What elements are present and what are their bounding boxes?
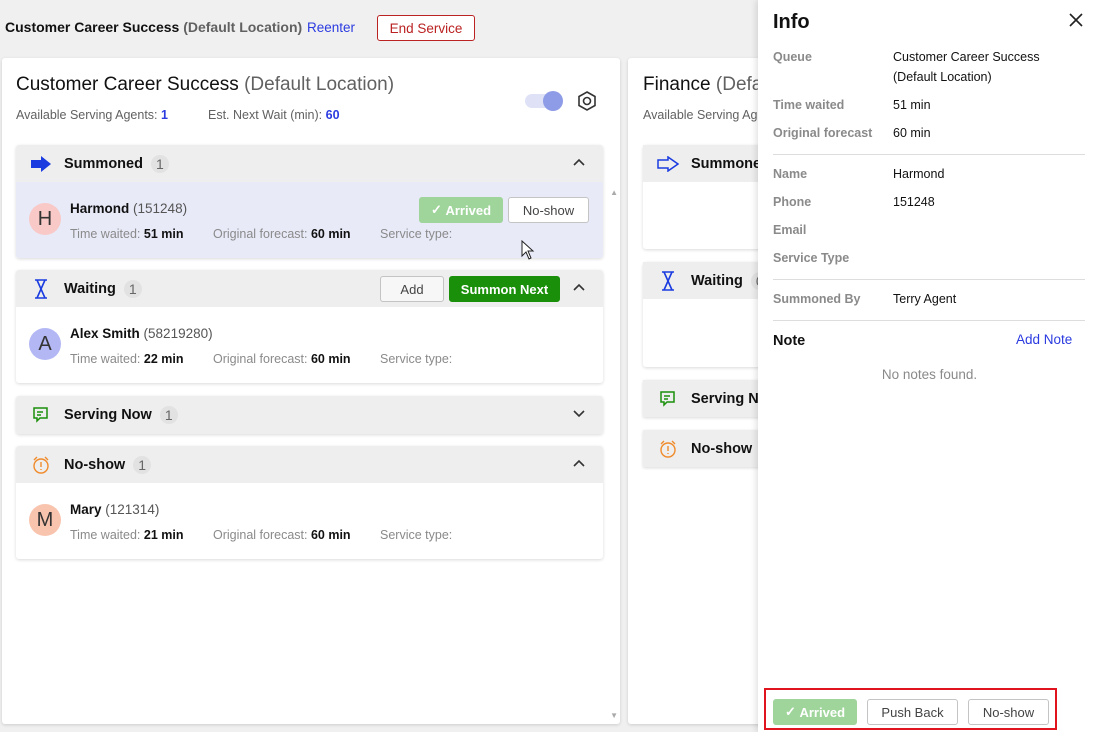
time-waited: Time waited: 22 min xyxy=(70,352,184,366)
chat-icon xyxy=(30,405,52,425)
alarm-clock-icon xyxy=(657,439,679,459)
customer-name: Harmond (151248) xyxy=(70,201,188,216)
scroll-down-arrow[interactable]: ▼ xyxy=(610,711,618,720)
count-badge: 1 xyxy=(150,154,169,173)
time-waited-value: 51 min xyxy=(893,98,931,112)
name-value: Harmond xyxy=(893,167,945,181)
service-type: Service type: xyxy=(380,528,453,542)
note-heading: Note xyxy=(773,333,806,349)
count-badge: 1 xyxy=(159,406,178,424)
service-type: Service type: xyxy=(380,352,453,366)
service-type: Service type: xyxy=(380,227,453,241)
avatar: H xyxy=(29,203,61,235)
queue-value: Customer Career Success (Default Location… xyxy=(893,50,1040,84)
arrived-button[interactable]: ✓ Arrived xyxy=(419,197,503,223)
no-show-button[interactable]: No-show xyxy=(508,197,589,223)
push-back-button[interactable]: Push Back xyxy=(867,699,958,725)
section-no-show: No-show 1 M Mary (121314) Time waited: 21… xyxy=(16,446,603,559)
summoned-header[interactable]: Summoned 1 xyxy=(16,145,603,182)
available-agents: Available Serving Agents: 1 xyxy=(16,108,168,122)
section-serving-now: Serving Now 1 xyxy=(16,396,603,434)
hourglass-icon xyxy=(30,278,52,299)
service-type-label: Service Type xyxy=(773,251,850,265)
no-notes-text: No notes found. xyxy=(881,367,978,382)
section-label: Serving No xyxy=(691,390,768,407)
add-note-link[interactable]: Add Note xyxy=(1016,332,1072,347)
queue-name: Customer Career Success xyxy=(5,19,180,35)
topbar-queue-title: Customer Career Success (Default Locatio… xyxy=(5,19,302,35)
alarm-clock-icon xyxy=(30,455,52,475)
count-badge: 1 xyxy=(133,455,152,474)
hourglass-icon xyxy=(657,270,679,291)
email-label: Email xyxy=(773,223,807,237)
section-label: Waiting xyxy=(64,280,116,297)
section-summoned: Summoned 1 H Harmond (151248) Time waited… xyxy=(16,145,603,258)
arrived-button[interactable]: ✓ Arrived xyxy=(773,699,857,725)
list-item[interactable]: H Harmond (151248) Time waited: 51 min O… xyxy=(16,182,603,258)
summon-next-button[interactable]: Summon Next xyxy=(449,276,560,302)
waiting-header[interactable]: Waiting 1 Add Summon Next xyxy=(16,270,603,307)
section-waiting: Waiting 1 Add Summon Next A Alex Smith (5… xyxy=(16,270,603,383)
time-waited-label: Time waited xyxy=(773,98,845,112)
avatar: M xyxy=(29,504,61,536)
time-waited: Time waited: 51 min xyxy=(70,227,184,241)
close-icon[interactable] xyxy=(1068,12,1084,28)
queue-label: Queue xyxy=(773,50,812,64)
original-forecast: Original forecast: 60 min xyxy=(213,528,351,542)
summoned-by-value: Terry Agent xyxy=(893,292,957,306)
chat-icon xyxy=(657,389,679,409)
arrow-right-outline-icon xyxy=(657,154,679,174)
queue-location: (Default Location) xyxy=(183,19,303,35)
divider xyxy=(773,320,1085,321)
forecast-value: 60 min xyxy=(893,126,931,140)
divider xyxy=(773,154,1085,155)
original-forecast: Original forecast: 60 min xyxy=(213,352,351,366)
section-label: Summoned xyxy=(64,155,143,172)
settings-icon[interactable] xyxy=(577,91,597,111)
name-label: Name xyxy=(773,167,808,181)
original-forecast: Original forecast: 60 min xyxy=(213,227,351,241)
no-show-header[interactable]: No-show 1 xyxy=(16,446,603,483)
end-service-button[interactable]: End Service xyxy=(377,15,475,41)
list-item[interactable]: M Mary (121314) Time waited: 21 min Orig… xyxy=(16,483,603,559)
scroll-up-arrow[interactable]: ▲ xyxy=(610,188,618,197)
section-label: No-show xyxy=(691,440,753,457)
summoned-by-label: Summoned By xyxy=(773,292,861,306)
forecast-label: Original forecast xyxy=(773,126,873,140)
panel-title: Customer Career Success (Default Locatio… xyxy=(16,74,395,95)
phone-label: Phone xyxy=(773,195,812,209)
avatar: A xyxy=(29,328,61,360)
customer-name: Alex Smith (58219280) xyxy=(70,326,213,341)
reenter-link[interactable]: Reenter xyxy=(307,20,355,35)
panel-title: Finance (Defau xyxy=(643,74,773,95)
section-label: No-show xyxy=(64,456,126,473)
available-agents: Available Serving Ag xyxy=(643,108,758,122)
customer-name: Mary (121314) xyxy=(70,502,160,517)
chevron-up-icon[interactable] xyxy=(571,279,587,295)
chevron-up-icon[interactable] xyxy=(571,455,587,471)
mouse-cursor-icon xyxy=(521,240,535,260)
count-badge: 1 xyxy=(123,279,142,298)
drawer-title: Info xyxy=(773,11,810,33)
section-label: Waiting xyxy=(691,272,743,289)
chevron-down-icon[interactable] xyxy=(571,405,587,421)
serving-now-header[interactable]: Serving Now 1 xyxy=(16,396,603,434)
list-item[interactable]: A Alex Smith (58219280) Time waited: 22 … xyxy=(16,307,603,383)
no-show-button[interactable]: No-show xyxy=(968,699,1049,725)
divider xyxy=(773,279,1085,280)
chevron-up-icon[interactable] xyxy=(571,154,587,170)
time-waited: Time waited: 21 min xyxy=(70,528,184,542)
queue-toggle[interactable] xyxy=(525,91,563,111)
add-button[interactable]: Add xyxy=(380,276,444,302)
info-drawer: Info Queue Customer Career Success (Defau… xyxy=(758,0,1093,732)
phone-value: 151248 xyxy=(893,195,935,209)
est-next-wait: Est. Next Wait (min): 60 xyxy=(208,108,340,122)
arrow-right-icon xyxy=(30,154,52,174)
section-label: Serving Now xyxy=(64,407,152,423)
